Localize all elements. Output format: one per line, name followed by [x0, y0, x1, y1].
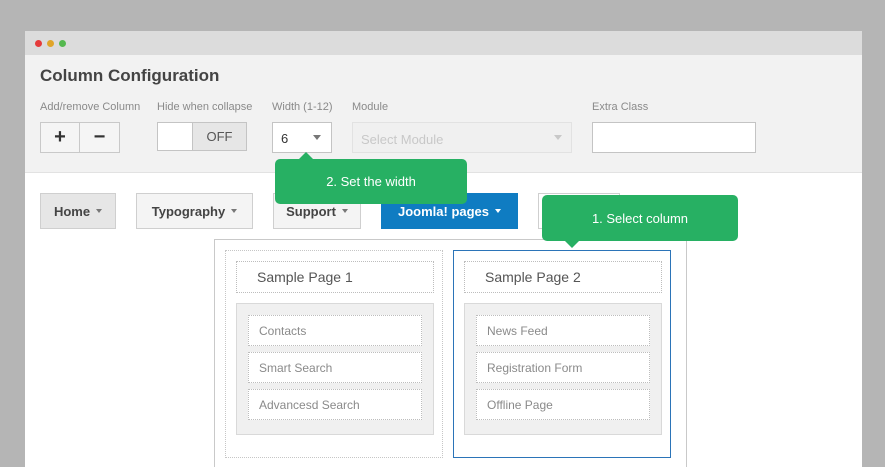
list-item[interactable]: News Feed: [476, 315, 650, 346]
extra-class-label: Extra Class: [592, 101, 649, 113]
menu-item-label: Home: [53, 203, 91, 219]
toggle-knob: [158, 123, 193, 150]
width-value: 6: [281, 131, 289, 146]
browser-window: Column Configuration Add/remove Column H…: [25, 31, 862, 467]
menu-item-typography[interactable]: Typography: [136, 193, 253, 229]
chevron-down-icon: [495, 209, 502, 213]
list-item[interactable]: Smart Search: [248, 352, 422, 383]
close-window-icon[interactable]: [35, 40, 42, 47]
tooltip-select-column: 1. Select column: [542, 195, 738, 248]
menu-item-label: Typography: [151, 203, 226, 219]
module-label: Module: [352, 101, 389, 113]
module-select[interactable]: Select Module: [352, 122, 572, 153]
column-configuration-panel: Column Configuration Add/remove Column H…: [25, 55, 862, 173]
list-item[interactable]: Registration Form: [476, 352, 650, 383]
add-column-button[interactable]: +: [40, 122, 80, 153]
column-module-list: News Feed Registration Form Offline Page: [464, 303, 662, 435]
remove-column-button[interactable]: −: [80, 122, 120, 153]
minimize-window-icon[interactable]: [47, 40, 54, 47]
column-title: Sample Page 2: [464, 261, 662, 293]
maximize-window-icon[interactable]: [59, 40, 66, 47]
mega-menu-column-1[interactable]: Sample Page 1 Contacts Smart Search Adva…: [225, 250, 443, 458]
menu-item-label: Joomla! pages: [397, 203, 490, 219]
tooltip-set-width: 2. Set the width: [275, 152, 467, 204]
column-module-list: Contacts Smart Search Advancesd Search: [236, 303, 434, 435]
column-title: Sample Page 1: [236, 261, 434, 293]
mega-menu-column-2-selected[interactable]: Sample Page 2 News Feed Registration For…: [453, 250, 671, 458]
panel-title: Column Configuration: [40, 66, 220, 85]
list-item[interactable]: Advancesd Search: [248, 389, 422, 420]
module-placeholder: Select Module: [361, 132, 444, 147]
chevron-down-icon: [96, 209, 103, 213]
menu-item-home[interactable]: Home: [40, 193, 116, 229]
list-item[interactable]: Contacts: [248, 315, 422, 346]
toggle-state-label: OFF: [193, 123, 246, 150]
chevron-down-icon: [231, 209, 238, 213]
chevron-down-icon: [341, 209, 348, 213]
chevron-down-icon: [554, 135, 562, 140]
list-item[interactable]: Offline Page: [476, 389, 650, 420]
add-remove-column-group: + −: [40, 122, 120, 153]
hide-when-collapse-toggle[interactable]: OFF: [157, 122, 247, 151]
extra-class-input[interactable]: [592, 122, 756, 153]
mega-menu-dropdown: Sample Page 1 Contacts Smart Search Adva…: [214, 239, 687, 467]
add-remove-label: Add/remove Column: [40, 101, 141, 113]
hide-collapse-label: Hide when collapse: [157, 101, 253, 113]
window-titlebar: [25, 31, 862, 55]
menu-item-label: Support: [286, 203, 336, 219]
chevron-down-icon: [313, 135, 321, 140]
width-select[interactable]: 6: [272, 122, 332, 153]
width-label: Width (1-12): [272, 101, 333, 113]
